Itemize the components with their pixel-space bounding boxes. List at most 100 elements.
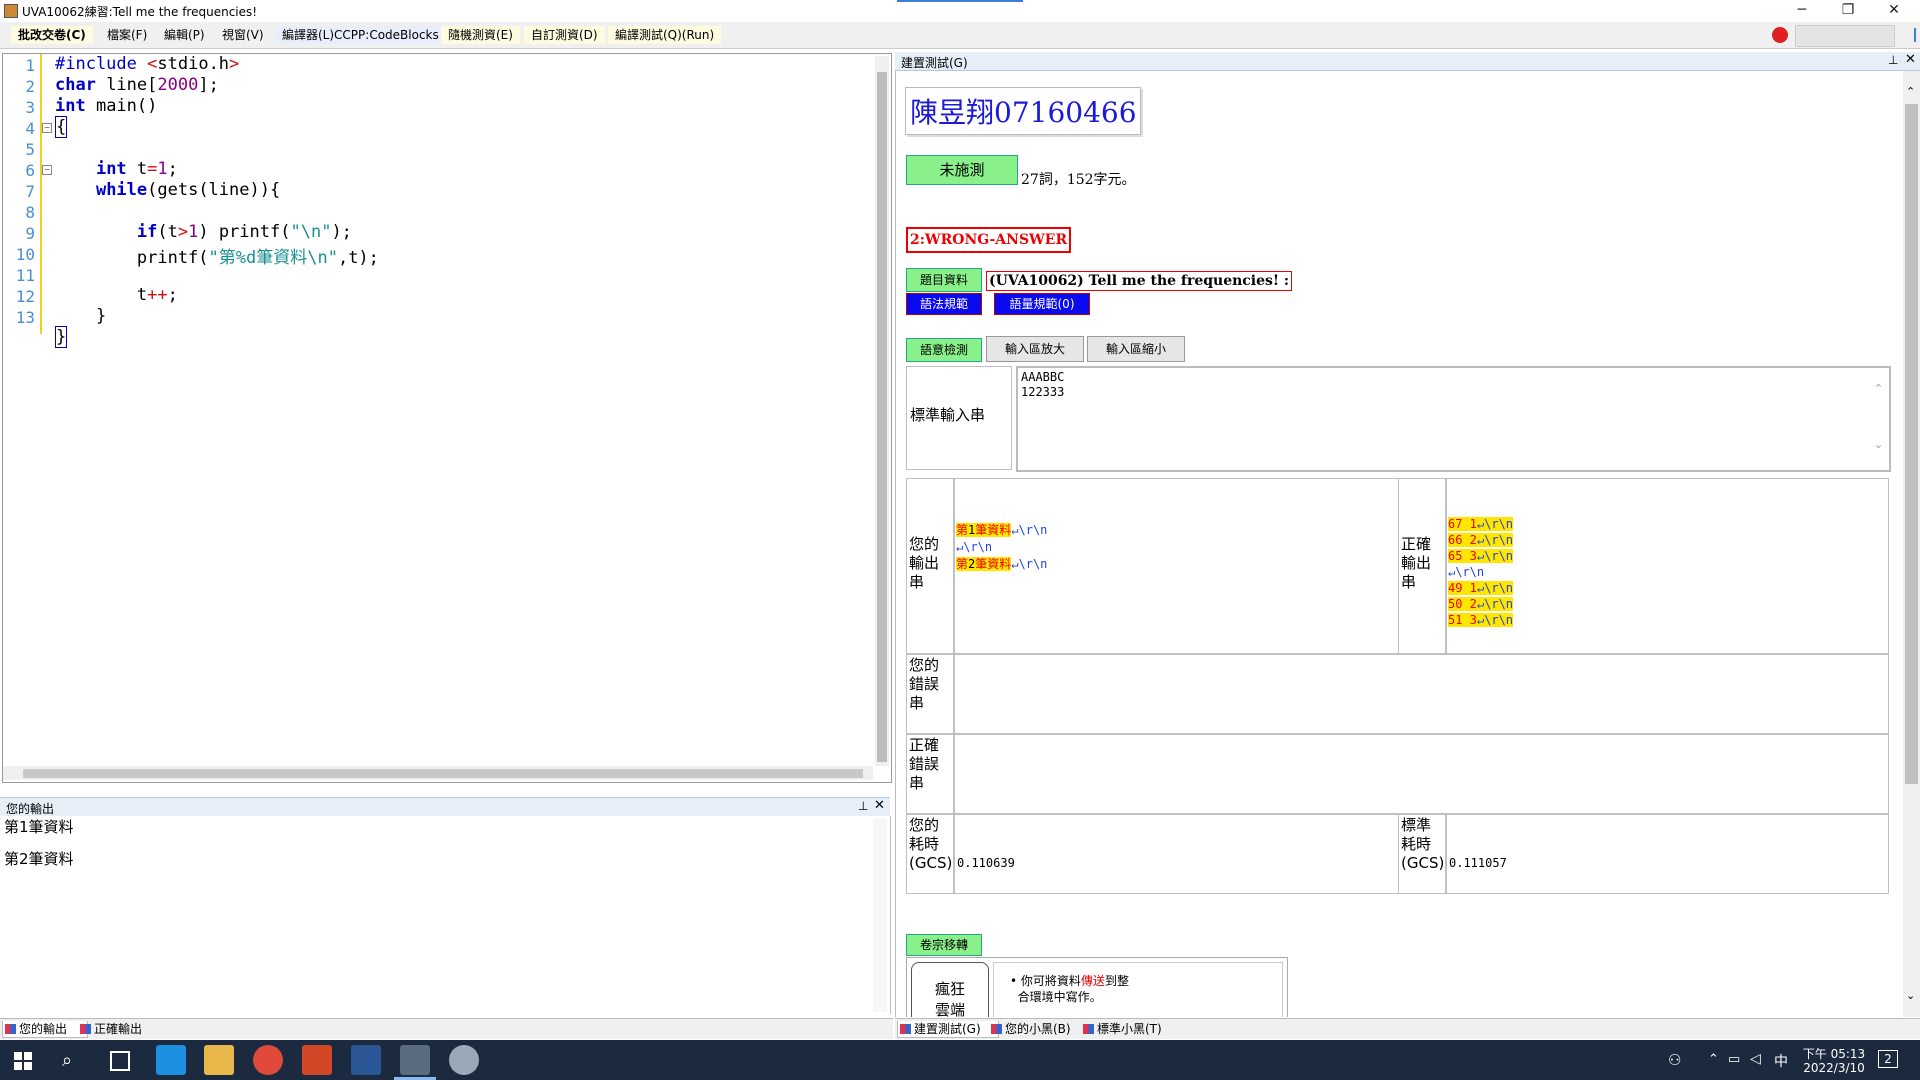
task-view-icon[interactable]: [110, 1051, 130, 1071]
code-line[interactable]: }: [55, 306, 106, 326]
tab-label: 您的小黑(B): [1005, 1022, 1071, 1036]
fold-toggle-icon[interactable]: −: [42, 165, 52, 175]
menu-file[interactable]: 檔案(F): [100, 26, 155, 44]
line-number: 11: [15, 266, 35, 285]
clock-time[interactable]: 下午 05:13: [1800, 1045, 1868, 1062]
volume-icon[interactable]: ◁: [1750, 1051, 1761, 1067]
powerpoint-icon[interactable]: [302, 1045, 332, 1075]
shrink-input-button[interactable]: 輸入區縮小: [1087, 336, 1185, 362]
output-panel-header: 您的輸出 ⊥ ✕: [0, 797, 890, 817]
semantic-check-button[interactable]: 語意檢測: [906, 338, 982, 362]
paint-app-icon[interactable]: [449, 1045, 479, 1075]
output-scrollbar[interactable]: [873, 818, 887, 1012]
tab-your-console[interactable]: 您的小黑(B): [989, 1021, 1071, 1037]
editor-horizontal-scroll-thumb[interactable]: [23, 769, 863, 778]
std-input-textarea[interactable]: AAABBC 122333 ⌃ ⌄: [1016, 366, 1891, 472]
code-line[interactable]: }: [55, 326, 68, 348]
line-gutter: 1 2 3 4 5 6 7 8 9 10 11 12 13: [3, 54, 39, 774]
vocab-rules-button[interactable]: 語量規範(0): [994, 293, 1090, 315]
edge-icon[interactable]: [156, 1045, 186, 1075]
transfer-button[interactable]: 卷宗移轉: [906, 934, 982, 956]
minimize-button[interactable]: ─: [1780, 0, 1824, 22]
std-input-label-cell: 標準輸入串: [906, 366, 1012, 470]
tab-build-test[interactable]: 建置測試(G): [897, 1021, 999, 1038]
network-icon[interactable]: ▭: [1728, 1052, 1740, 1067]
scroll-up-icon[interactable]: ⌃: [1874, 382, 1883, 395]
scroll-down-icon[interactable]: ⌄: [1906, 989, 1915, 1002]
your-error-cell: [954, 654, 1889, 734]
pin-icon[interactable]: ⊥: [858, 799, 868, 813]
your-error-label-cell: 您的錯誤串: [906, 654, 954, 734]
close-icon[interactable]: ✕: [874, 798, 885, 813]
code-editor[interactable]: 1 2 3 4 5 6 7 8 9 10 11 12 13 − − #inclu…: [2, 53, 892, 783]
menu-view[interactable]: 視窗(V): [215, 26, 271, 44]
word-icon[interactable]: [351, 1045, 381, 1075]
problem-data-button[interactable]: 題目資料: [906, 268, 982, 292]
cloud-label: 瘋狂雲端: [934, 980, 965, 1017]
chrome-icon[interactable]: [253, 1045, 283, 1075]
cloud-button[interactable]: 瘋狂雲端: [911, 962, 989, 1017]
syntax-rules-button[interactable]: 語法規範: [906, 293, 982, 315]
std-time-cell: 0.111057: [1446, 814, 1889, 894]
problem-title: (UVA10062) Tell me the frequencies! :: [986, 271, 1293, 291]
tab-std-console[interactable]: 標準小黑(T): [1081, 1021, 1162, 1037]
tab-your-output[interactable]: 您的輸出: [2, 1021, 88, 1038]
notification-icon[interactable]: 2: [1878, 1050, 1898, 1068]
code-line[interactable]: t++;: [55, 285, 178, 305]
enlarge-input-button[interactable]: 輸入區放大: [986, 336, 1084, 362]
ide-app-icon[interactable]: [400, 1045, 430, 1075]
menu-random-test[interactable]: 隨機測資(E): [441, 26, 520, 44]
right-panel-scroll-thumb[interactable]: [1905, 104, 1918, 784]
output-line: 第1筆資料: [4, 818, 74, 836]
toolbar-grip: [1914, 28, 1916, 42]
line-number: 13: [15, 308, 35, 327]
pin-icon[interactable]: ⊥: [1888, 53, 1898, 67]
code-line[interactable]: printf("第%d筆資料\n",t);: [55, 243, 379, 268]
line-number: 7: [25, 182, 35, 201]
maximize-button[interactable]: ❐: [1826, 0, 1870, 22]
correct-error-label: 正確錯誤串: [909, 736, 940, 792]
your-output-cell: 第1筆資料↵\r\n ↵\r\n 第2筆資料↵\r\n: [954, 478, 1399, 654]
result-badge: 2:WRONG-ANSWER: [906, 227, 1072, 253]
your-error-label: 您的錯誤串: [909, 656, 940, 712]
toolbar-field[interactable]: [1795, 25, 1895, 47]
menu-custom-test[interactable]: 自訂測資(D): [524, 26, 605, 44]
taskbar: [0, 1040, 1920, 1080]
scroll-down-icon[interactable]: ⌄: [1874, 438, 1883, 451]
code-line[interactable]: {: [55, 116, 68, 138]
fold-toggle-icon[interactable]: −: [42, 123, 52, 133]
file-explorer-icon[interactable]: [204, 1045, 234, 1075]
tab-correct-output[interactable]: 正確輸出: [78, 1021, 142, 1037]
editor-vertical-scroll-thumb[interactable]: [877, 72, 887, 762]
code-line[interactable]: while(gets(line)){: [55, 180, 280, 200]
std-time-value: 0.111057: [1449, 856, 1507, 870]
search-icon[interactable]: ⌕: [62, 1050, 72, 1071]
code-line[interactable]: int main(): [55, 96, 157, 116]
code-line[interactable]: int t=1;: [55, 159, 178, 179]
menu-run[interactable]: 編譯測試(Q)(Run): [608, 26, 722, 44]
close-icon[interactable]: ✕: [1905, 52, 1916, 67]
close-button[interactable]: ✕: [1872, 0, 1916, 22]
scroll-up-icon[interactable]: ⌃: [1906, 85, 1915, 98]
tray-chevron-icon[interactable]: ⌃: [1708, 1052, 1719, 1067]
right-tab-bar: 建置測試(G) 您的小黑(B) 標準小黑(T): [895, 1018, 1920, 1039]
code-line[interactable]: if(t>1) printf("\n");: [55, 222, 352, 242]
correct-error-cell: [954, 734, 1889, 814]
apple-icon[interactable]: [1772, 27, 1788, 43]
title-bar: UVA10062練習:Tell me the frequencies! ─ ❐ …: [0, 0, 1920, 22]
status-button[interactable]: 未施測: [906, 155, 1018, 185]
menu-submit[interactable]: 批改交卷(C): [11, 26, 93, 44]
start-button[interactable]: [14, 1052, 32, 1073]
code-line[interactable]: #include <stdio.h>: [55, 54, 239, 74]
code-line[interactable]: char line[2000];: [55, 75, 219, 95]
line-number: 4: [25, 119, 35, 138]
ime-indicator[interactable]: 中: [1774, 1051, 1788, 1071]
menu-edit[interactable]: 編輯(P): [157, 26, 212, 44]
clock-date[interactable]: 2022/3/10: [1800, 1061, 1868, 1075]
people-icon[interactable]: ⚇: [1668, 1051, 1681, 1069]
tab-label: 建置測試(G): [914, 1022, 981, 1036]
line-number: 12: [15, 287, 35, 306]
menu-compiler[interactable]: 編譯器(L)CCPP:CodeBlocks: [275, 26, 446, 44]
cloud-note-text: • 你可將資料傳送到整 合環境中寫作。: [1010, 974, 1129, 1004]
output-panel[interactable]: 第1筆資料 第2筆資料: [0, 816, 891, 1014]
